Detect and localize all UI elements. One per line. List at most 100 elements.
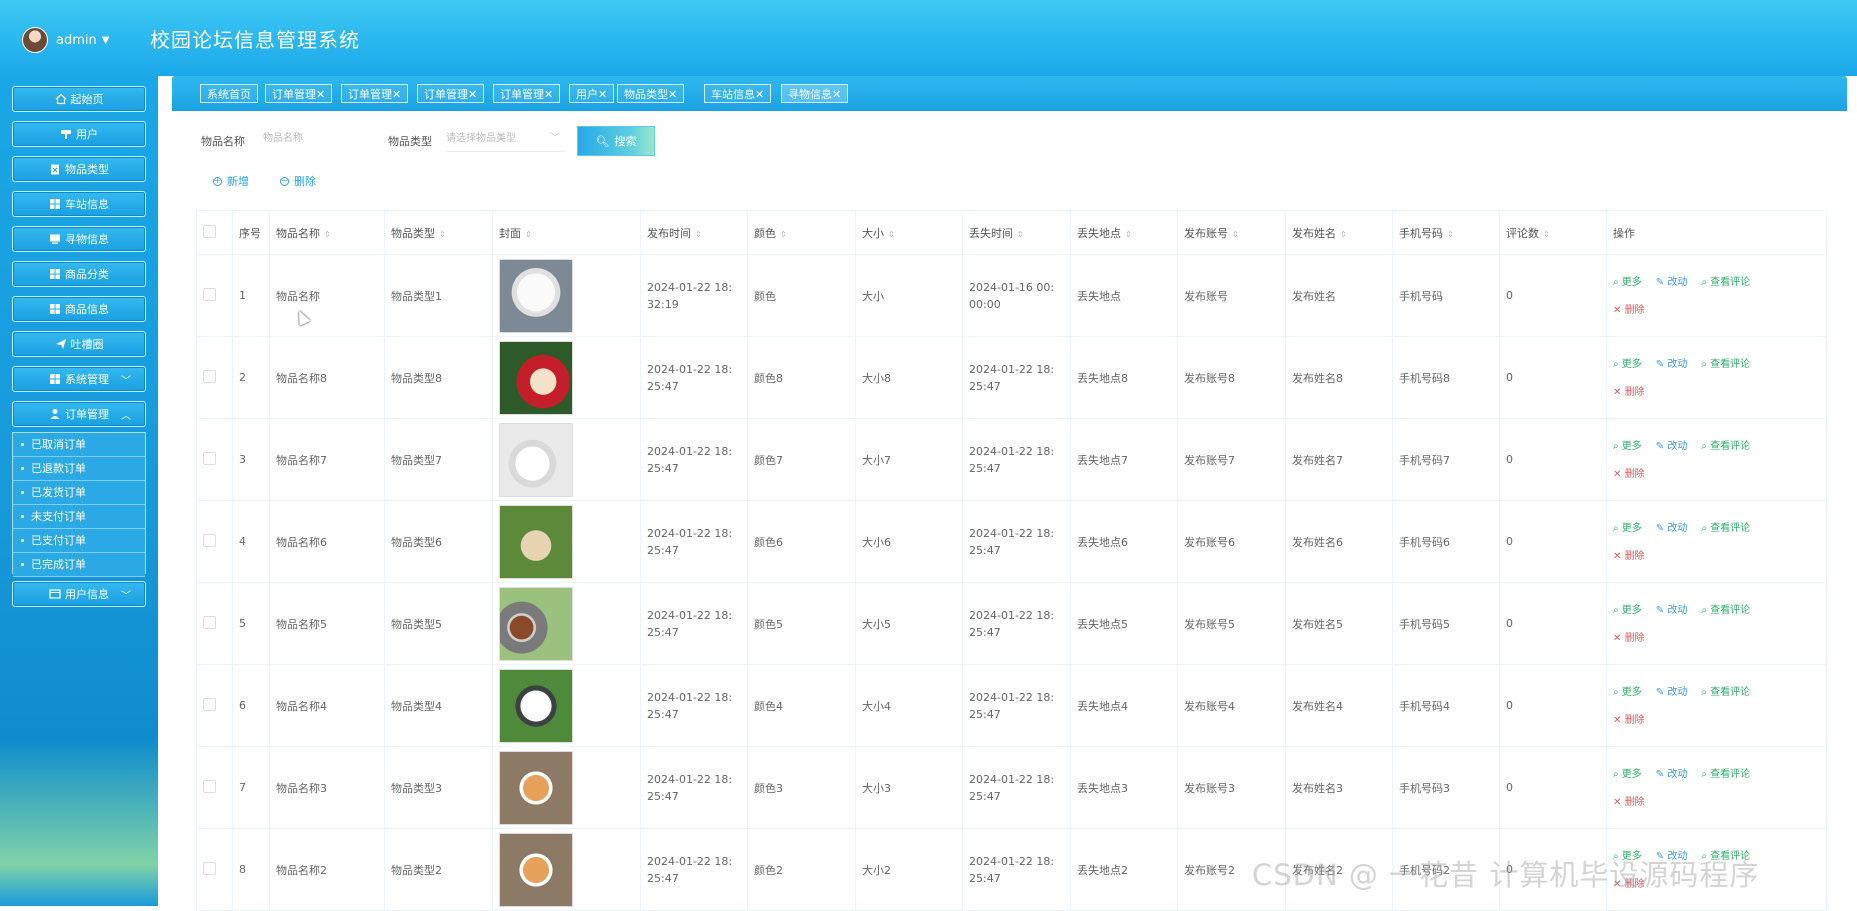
cover-thumbnail[interactable] [499,422,573,497]
more-button[interactable]: ⌕ 更多 [1613,523,1642,534]
col-header[interactable]: 颜色 ⇕ [747,210,856,255]
row-checkbox[interactable] [203,615,216,629]
sort-icon[interactable]: ⇕ [1543,230,1550,239]
row-select-cell[interactable] [196,418,233,501]
edit-button[interactable]: ✎ 改动 [1656,769,1688,780]
user-menu[interactable]: admin ▼ [22,27,109,53]
col-header[interactable]: 发布姓名 ⇕ [1285,210,1393,255]
sidebar-item-home[interactable]: 起始页 [12,86,146,112]
view-comments-button[interactable]: ⌕ 查看评论 [1701,441,1750,452]
submenu-item[interactable]: 已退款订单 [13,457,145,481]
tab-item-type[interactable]: 物品类型✕ [617,84,685,103]
cover-thumbnail[interactable] [499,586,573,661]
tab-orders[interactable]: 订单管理✕ [417,84,485,103]
delete-row-button[interactable]: ✕ 删除 [1613,469,1645,480]
sort-icon[interactable]: ⇕ [1125,230,1132,239]
delete-row-button[interactable]: ✕ 删除 [1613,797,1645,808]
delete-row-button[interactable]: ✕ 删除 [1613,715,1645,726]
tab-orders[interactable]: 订单管理✕ [341,84,409,103]
col-header[interactable]: 大小 ⇕ [855,210,963,255]
submenu-item[interactable]: 已完成订单 [13,553,145,577]
delete-row-button[interactable]: ✕ 删除 [1613,551,1645,562]
sort-icon[interactable]: ⇕ [888,230,895,239]
row-select-cell[interactable] [196,582,233,665]
tab-orders[interactable]: 订单管理✕ [493,84,561,103]
sort-icon[interactable]: ⇕ [1340,230,1347,239]
sidebar-item-user[interactable]: 用户 [12,121,146,147]
delete-row-button[interactable]: ✕ 删除 [1613,633,1645,644]
more-button[interactable]: ⌕ 更多 [1613,687,1642,698]
cover-thumbnail[interactable] [499,340,573,415]
name-filter-input[interactable]: 物品名称 [263,127,353,151]
tab-home[interactable]: 系统首页 [200,84,258,103]
sidebar-item-station[interactable]: 车站信息 [12,191,146,217]
cover-thumbnail[interactable] [499,750,573,825]
sort-icon[interactable]: ⇕ [439,230,446,239]
edit-button[interactable]: ✎ 改动 [1656,359,1688,370]
col-header[interactable]: 发布时间 ⇕ [640,210,748,255]
row-select-cell[interactable] [196,500,233,583]
cover-thumbnail[interactable] [499,668,573,743]
type-filter-select[interactable]: 请选择物品类型 ﹀ [446,127,566,152]
edit-button[interactable]: ✎ 改动 [1656,277,1688,288]
row-checkbox[interactable] [203,451,216,465]
view-comments-button[interactable]: ⌕ 查看评论 [1701,359,1750,370]
sidebar-item-user-info[interactable]: 用户信息 ﹀ [12,581,146,607]
delete-row-button[interactable]: ✕ 删除 [1613,305,1645,316]
sidebar-item-system[interactable]: 系统管理 ﹀ [12,366,146,392]
more-button[interactable]: ⌕ 更多 [1613,441,1642,452]
submenu-item[interactable]: 未支付订单 [13,505,145,529]
sidebar-item-lost-info[interactable]: 寻物信息 [12,226,146,252]
sidebar-item-goods-category[interactable]: 商品分类 [12,261,146,287]
row-checkbox[interactable] [203,369,216,383]
more-button[interactable]: ⌕ 更多 [1613,605,1642,616]
sidebar-item-item-type[interactable]: 物品类型 [12,156,146,182]
col-header[interactable]: 手机号码 ⇕ [1392,210,1500,255]
edit-button[interactable]: ✎ 改动 [1656,687,1688,698]
col-header[interactable]: 发布账号 ⇕ [1177,210,1286,255]
row-checkbox[interactable] [203,861,216,875]
edit-button[interactable]: ✎ 改动 [1656,523,1688,534]
row-select-cell[interactable] [196,746,233,829]
row-checkbox[interactable] [203,779,216,793]
view-comments-button[interactable]: ⌕ 查看评论 [1701,687,1750,698]
add-button[interactable]: + 新增 [213,173,249,189]
sort-icon[interactable]: ⇕ [695,230,702,239]
view-comments-button[interactable]: ⌕ 查看评论 [1701,277,1750,288]
submenu-item[interactable]: 已支付订单 [13,529,145,553]
col-header[interactable]: 丢失时间 ⇕ [962,210,1071,255]
submenu-item[interactable]: 已发货订单 [13,481,145,505]
search-button[interactable]: 🔍︎ 搜索 [577,126,655,156]
sort-icon[interactable]: ⇕ [324,230,331,239]
more-button[interactable]: ⌕ 更多 [1613,769,1642,780]
sort-icon[interactable]: ⇕ [1447,230,1454,239]
sort-icon[interactable]: ⇕ [525,230,532,239]
col-header[interactable]: 评论数 ⇕ [1499,210,1607,255]
row-select-cell[interactable] [196,664,233,747]
delete-row-button[interactable]: ✕ 删除 [1613,387,1645,398]
col-header[interactable]: 丢失地点 ⇕ [1070,210,1178,255]
select-all-checkbox[interactable] [203,224,216,238]
tab-station[interactable]: 车站信息✕ [704,84,772,103]
col-header[interactable]: 物品类型 ⇕ [384,210,493,255]
row-checkbox[interactable] [203,533,216,547]
view-comments-button[interactable]: ⌕ 查看评论 [1701,605,1750,616]
view-comments-button[interactable]: ⌕ 查看评论 [1701,769,1750,780]
sidebar-item-rants[interactable]: 吐槽圈 [12,331,146,357]
sort-icon[interactable]: ⇕ [1232,230,1239,239]
sort-icon[interactable]: ⇕ [1017,230,1024,239]
cover-thumbnail[interactable] [499,504,573,579]
sort-icon[interactable]: ⇕ [780,230,787,239]
delete-button[interactable]: − 删除 [280,173,316,189]
view-comments-button[interactable]: ⌕ 查看评论 [1701,523,1750,534]
tab-lost-info[interactable]: 寻物信息✕ [781,84,849,103]
sidebar-item-orders[interactable]: 订单管理 ︿ [12,401,146,427]
row-select-cell[interactable] [196,254,233,337]
submenu-item[interactable]: 已取消订单 [13,433,145,457]
sidebar-item-goods-info[interactable]: 商品信息 [12,296,146,322]
edit-button[interactable]: ✎ 改动 [1656,441,1688,452]
cover-thumbnail[interactable] [499,832,573,907]
more-button[interactable]: ⌕ 更多 [1613,359,1642,370]
more-button[interactable]: ⌕ 更多 [1613,277,1642,288]
select-all-cell[interactable] [196,210,233,255]
